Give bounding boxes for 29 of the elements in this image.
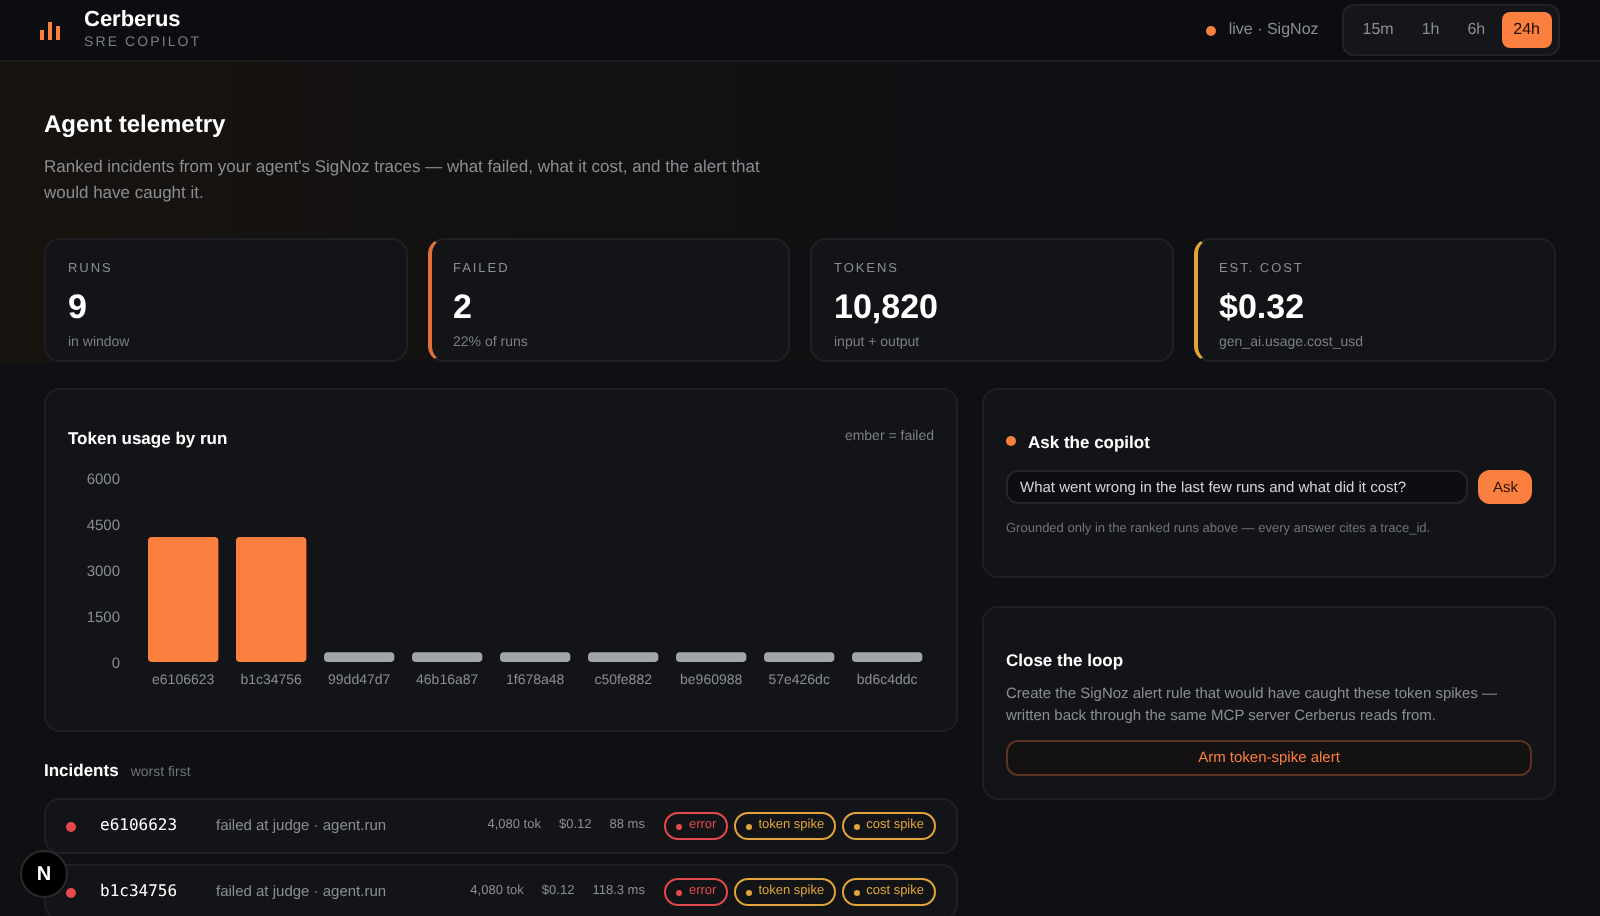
trace-id: b1c34756 bbox=[100, 880, 180, 904]
chart-title: Token usage by run bbox=[68, 425, 228, 451]
bar bbox=[236, 537, 307, 663]
status-text: live · SigNoz bbox=[1228, 18, 1319, 42]
bar bbox=[588, 652, 659, 663]
time-range-tab[interactable]: 15m bbox=[1350, 12, 1406, 48]
copilot-title: Ask the copilot bbox=[1028, 429, 1150, 455]
stat-value: $0.32 bbox=[1219, 286, 1307, 329]
app-title: Cerberus bbox=[84, 7, 183, 35]
bar bbox=[500, 652, 571, 663]
stat-value: 9 bbox=[68, 286, 89, 329]
bar bbox=[148, 537, 219, 663]
bar bbox=[852, 652, 923, 663]
bar bbox=[676, 652, 747, 663]
stat-value: 10,820 bbox=[834, 286, 940, 329]
time-range-tab[interactable]: 1h bbox=[1409, 12, 1452, 48]
close-loop-title: Close the loop bbox=[1006, 647, 1126, 673]
time-range-tab[interactable]: 6h bbox=[1455, 12, 1498, 48]
incidents-title: Incidents bbox=[44, 757, 119, 783]
bar-chart-icon bbox=[40, 20, 60, 40]
page-description: Ranked incidents from your agent's SigNoz traces — what failed, what it cost, and the alert that would have caught it. bbox=[44, 154, 762, 205]
time-range-tab[interactable]: 24h bbox=[1501, 12, 1552, 48]
bar bbox=[412, 652, 483, 663]
page-title: Agent telemetry bbox=[44, 108, 228, 142]
bar bbox=[324, 652, 395, 663]
trace-id: e6106623 bbox=[100, 814, 180, 838]
stat-value: 2 bbox=[453, 286, 474, 329]
bar bbox=[764, 652, 835, 663]
dev-badge[interactable]: N bbox=[20, 850, 68, 898]
